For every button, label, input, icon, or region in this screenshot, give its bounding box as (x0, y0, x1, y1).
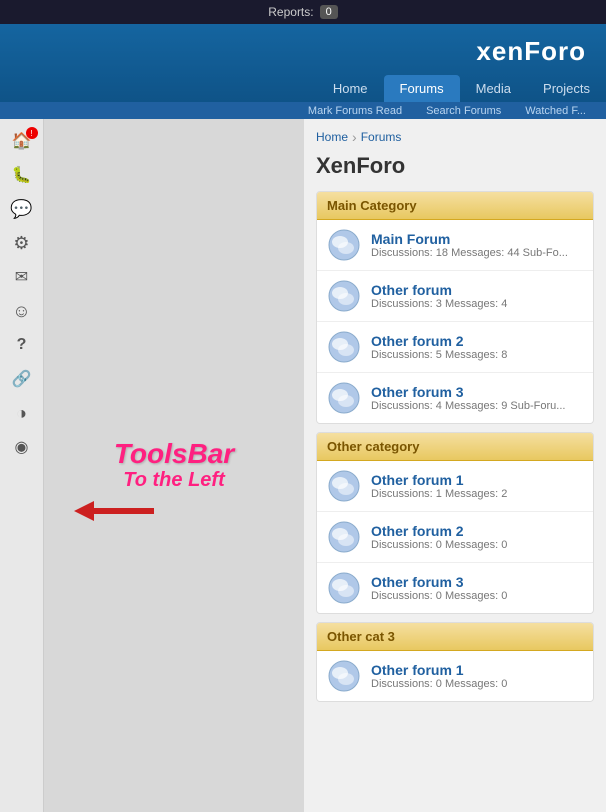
forum-row: Other forum 2 Discussions: 0 Messages: 0 (317, 512, 593, 563)
settings-icon: ⚙ (13, 233, 29, 254)
reports-label: Reports: (268, 5, 313, 19)
forum-meta: Discussions: 0 Messages: 0 (371, 590, 583, 602)
forum-name[interactable]: Other forum 1 (371, 662, 583, 678)
forum-info: Other forum 3 Discussions: 0 Messages: 0 (371, 574, 583, 602)
help-icon: ? (17, 336, 27, 354)
forum-info: Main Forum Discussions: 18 Messages: 44 … (371, 231, 583, 259)
toolbar-chart[interactable]: ◑ (4, 397, 40, 429)
toolbar-feed[interactable]: ◉ (4, 431, 40, 463)
forum-info: Other forum 1 Discussions: 0 Messages: 0 (371, 662, 583, 690)
right-content: Home › Forums XenForo Main Category Main… (304, 119, 606, 812)
category-other3-header: Other cat 3 (317, 623, 593, 651)
link-icon: 🔗 (12, 369, 32, 389)
tab-projects[interactable]: Projects (527, 75, 606, 102)
forum-info: Other forum 3 Discussions: 4 Messages: 9… (371, 384, 583, 412)
forum-icon (327, 520, 361, 554)
forum-info: Other forum 1 Discussions: 1 Messages: 2 (371, 472, 583, 500)
forum-meta: Discussions: 3 Messages: 4 (371, 298, 583, 310)
toolbar-chat[interactable]: 💬 (4, 193, 40, 225)
forum-row: Other forum 1 Discussions: 0 Messages: 0 (317, 651, 593, 701)
watched-forums[interactable]: Watched F... (515, 103, 596, 119)
forum-meta: Discussions: 5 Messages: 8 (371, 349, 583, 361)
search-forums[interactable]: Search Forums (416, 103, 511, 119)
sub-nav: Mark Forums Read Search Forums Watched F… (0, 102, 606, 119)
category-main-header: Main Category (317, 192, 593, 220)
forum-meta: Discussions: 0 Messages: 0 (371, 539, 583, 551)
toolbar-help[interactable]: ? (4, 329, 40, 361)
forum-icon (327, 330, 361, 364)
forum-info: Other forum 2 Discussions: 0 Messages: 0 (371, 523, 583, 551)
forum-name[interactable]: Other forum 2 (371, 523, 583, 539)
category-other: Other category Other forum 1 Discussions… (316, 432, 594, 614)
feed-icon: ◉ (15, 437, 29, 457)
logo-suffix: Foro (524, 36, 586, 66)
header: xenForo Home Forums Media Projects Mark … (0, 24, 606, 119)
chart-icon: ◑ (16, 403, 27, 424)
toolbar-bug[interactable]: 🐛 (4, 159, 40, 191)
forum-icon (327, 469, 361, 503)
forum-info: Other forum 2 Discussions: 5 Messages: 8 (371, 333, 583, 361)
left-toolbar: 🏠 ! 🐛 💬 ⚙ ✉ ☺ ? 🔗 ◑ ◉ (0, 119, 44, 812)
toolbar-settings[interactable]: ⚙ (4, 227, 40, 259)
forum-icon (327, 571, 361, 605)
logo: xenForo (476, 36, 586, 67)
forum-meta: Discussions: 4 Messages: 9 Sub-Foru... (371, 400, 583, 412)
forum-meta: Discussions: 1 Messages: 2 (371, 488, 583, 500)
toolbar-title: ToolsBar (114, 439, 234, 470)
forum-meta: Discussions: 18 Messages: 44 Sub-Fo... (371, 247, 583, 259)
tab-home[interactable]: Home (317, 75, 384, 102)
mark-forums-read[interactable]: Mark Forums Read (298, 103, 412, 119)
category-other-header: Other category (317, 433, 593, 461)
forum-icon (327, 659, 361, 693)
toolbar-label: ToolsBar To the Left (114, 439, 234, 493)
center-area: ToolsBar To the Left (44, 119, 304, 812)
mail-icon: ✉ (15, 267, 28, 287)
toolbar-home[interactable]: 🏠 ! (4, 125, 40, 157)
forum-name[interactable]: Other forum (371, 282, 583, 298)
arrow (74, 496, 154, 531)
breadcrumb-sep: › (352, 129, 357, 145)
forum-info: Other forum Discussions: 3 Messages: 4 (371, 282, 583, 310)
forum-name[interactable]: Other forum 3 (371, 384, 583, 400)
breadcrumb-forums[interactable]: Forums (361, 130, 402, 144)
smile-icon: ☺ (12, 301, 30, 322)
forum-row: Other forum 1 Discussions: 1 Messages: 2 (317, 461, 593, 512)
forum-icon (327, 228, 361, 262)
toolbar-mail[interactable]: ✉ (4, 261, 40, 293)
logo-area: xenForo (0, 24, 606, 71)
toolbar-sublabel: To the Left (114, 469, 234, 492)
toolbar-smile[interactable]: ☺ (4, 295, 40, 327)
forum-name[interactable]: Other forum 3 (371, 574, 583, 590)
main-layout: 🏠 ! 🐛 💬 ⚙ ✉ ☺ ? 🔗 ◑ ◉ (0, 119, 606, 812)
forum-icon (327, 381, 361, 415)
nav-tabs: Home Forums Media Projects (0, 75, 606, 102)
toolbar-link[interactable]: 🔗 (4, 363, 40, 395)
forum-row: Other forum Discussions: 3 Messages: 4 (317, 271, 593, 322)
toolbar-badge: ! (26, 127, 38, 139)
bug-icon: 🐛 (12, 165, 32, 185)
top-bar: Reports: 0 (0, 0, 606, 24)
reports-count: 0 (320, 5, 338, 19)
page-title: XenForo (316, 153, 594, 179)
breadcrumb: Home › Forums (316, 129, 594, 145)
forum-row: Other forum 3 Discussions: 0 Messages: 0 (317, 563, 593, 613)
breadcrumb-home[interactable]: Home (316, 130, 348, 144)
forum-row: Main Forum Discussions: 18 Messages: 44 … (317, 220, 593, 271)
forum-meta: Discussions: 0 Messages: 0 (371, 678, 583, 690)
logo-prefix: xen (476, 36, 524, 66)
tab-media[interactable]: Media (460, 75, 527, 102)
forum-name[interactable]: Other forum 1 (371, 472, 583, 488)
tab-forums[interactable]: Forums (384, 75, 460, 102)
forum-name[interactable]: Main Forum (371, 231, 583, 247)
category-main: Main Category Main Forum Discussions: 18… (316, 191, 594, 424)
category-other3: Other cat 3 Other forum 1 Discussions: 0… (316, 622, 594, 702)
chat-icon: 💬 (10, 199, 32, 220)
forum-icon (327, 279, 361, 313)
forum-row: Other forum 2 Discussions: 5 Messages: 8 (317, 322, 593, 373)
forum-name[interactable]: Other forum 2 (371, 333, 583, 349)
forum-row: Other forum 3 Discussions: 4 Messages: 9… (317, 373, 593, 423)
